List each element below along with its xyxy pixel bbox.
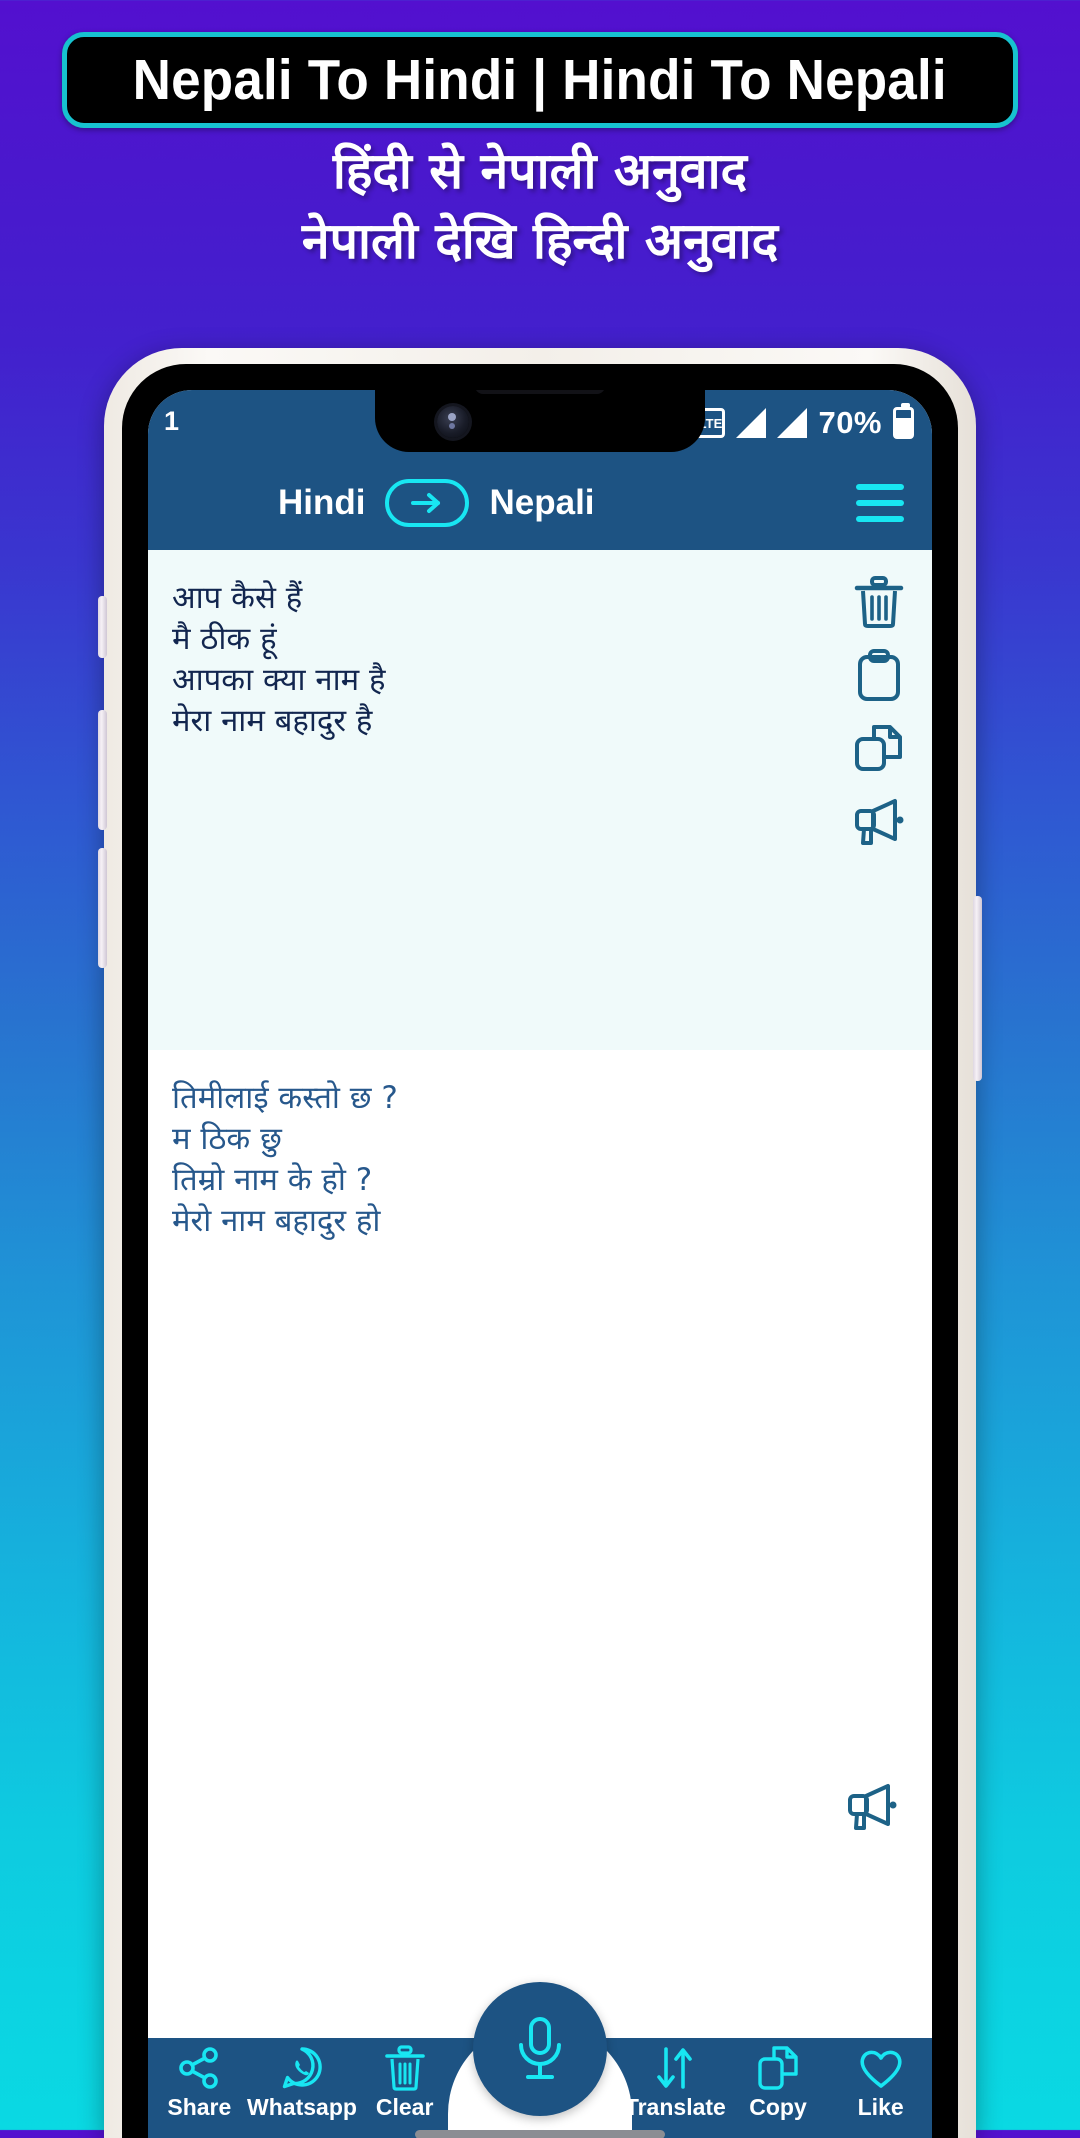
paste-icon[interactable] <box>849 645 909 705</box>
phone-screen: 1 LTE 70% Hindi Nepali आप कैसे हैं मै ठी… <box>148 390 932 2138</box>
whatsapp-label: Whatsapp <box>247 2094 357 2120</box>
share-label: Share <box>167 2094 232 2120</box>
translate-swap-icon <box>652 2044 698 2092</box>
phone-volume-down-button[interactable] <box>98 848 107 968</box>
copy-button[interactable]: Copy <box>730 2044 826 2121</box>
whatsapp-button[interactable]: Whatsapp <box>247 2044 357 2121</box>
source-language-label[interactable]: Hindi <box>278 483 365 523</box>
phone-power-button[interactable] <box>973 896 982 1081</box>
front-camera-icon <box>437 406 469 438</box>
copy-icon[interactable] <box>849 718 909 778</box>
promo-banner-title: Nepali To Hindi | Hindi To Nepali <box>132 48 948 112</box>
promo-subtitle-line-2: नेपाली देखि हिन्दी अनुवाद <box>301 212 779 270</box>
share-icon <box>177 2044 221 2092</box>
bottom-bar-left-group: Share Whatsapp Clear <box>148 2038 456 2121</box>
clear-button[interactable]: Clear <box>357 2044 453 2121</box>
translate-button[interactable]: Translate <box>624 2044 726 2121</box>
phone-mockup: 1 LTE 70% Hindi Nepali आप कैसे हैं मै ठी… <box>98 348 982 2138</box>
hamburger-menu-icon[interactable] <box>856 484 904 522</box>
delete-icon[interactable] <box>849 572 909 632</box>
phone-notch <box>375 390 705 452</box>
bottom-navigation: Share Whatsapp Clear Translate Copy Like <box>148 1982 932 2138</box>
earpiece-speaker <box>475 390 605 394</box>
hamburger-bar <box>856 516 904 522</box>
arrow-right-icon <box>411 493 441 513</box>
speak-icon[interactable] <box>849 791 909 851</box>
voice-input-button[interactable] <box>473 1982 607 2116</box>
translated-text-panel[interactable]: तिमीलाई कस्तो छ ? म ठिक छु तिम्रो नाम के… <box>148 1050 932 1858</box>
signal-strength-icon-1 <box>736 408 767 438</box>
clear-label: Clear <box>375 2094 434 2120</box>
battery-icon <box>893 403 914 439</box>
like-button[interactable]: Like <box>833 2044 929 2121</box>
status-bar-time: 1 <box>164 406 180 436</box>
heart-icon <box>857 2044 905 2092</box>
trash-icon <box>384 2044 426 2092</box>
bottom-bar-right-group: Translate Copy Like <box>624 2038 932 2121</box>
whatsapp-icon <box>279 2044 325 2092</box>
translate-label: Translate <box>624 2094 726 2120</box>
status-bar-indicators: LTE 70% <box>695 403 914 441</box>
signal-strength-icon-2 <box>777 408 808 438</box>
source-text-input[interactable]: आप कैसे हैं मै ठीक हूं आपका क्या नाम है … <box>172 578 822 742</box>
copy-icon <box>755 2044 801 2092</box>
translated-text: तिमीलाई कस्तो छ ? म ठिक छु तिम्रो नाम के… <box>172 1080 398 1239</box>
copy-label: Copy <box>749 2094 807 2120</box>
app-bar: Hindi Nepali <box>148 456 932 550</box>
home-indicator <box>415 2130 665 2138</box>
phone-volume-up-button[interactable] <box>98 710 107 830</box>
target-language-label[interactable]: Nepali <box>489 483 594 523</box>
swap-languages-button[interactable] <box>385 479 470 527</box>
speak-icon[interactable] <box>844 1780 906 1842</box>
promo-subtitle-line-1: हिंदी से नेपाली अनुवाद <box>332 142 748 200</box>
promo-banner: Nepali To Hindi | Hindi To Nepali <box>62 32 1018 128</box>
hamburger-bar <box>856 484 904 490</box>
battery-percentage: 70% <box>818 405 882 440</box>
hamburger-bar <box>856 500 904 506</box>
source-actions <box>842 572 916 851</box>
share-button[interactable]: Share <box>151 2044 247 2121</box>
source-text-panel[interactable]: आप कैसे हैं मै ठीक हूं आपका क्या नाम है … <box>148 550 932 1050</box>
phone-silent-switch[interactable] <box>98 596 107 658</box>
like-label: Like <box>857 2094 904 2120</box>
language-selector: Hindi Nepali <box>278 479 595 527</box>
phone-bezel: 1 LTE 70% Hindi Nepali आप कैसे हैं मै ठी… <box>122 364 958 2138</box>
microphone-icon <box>519 2017 561 2079</box>
